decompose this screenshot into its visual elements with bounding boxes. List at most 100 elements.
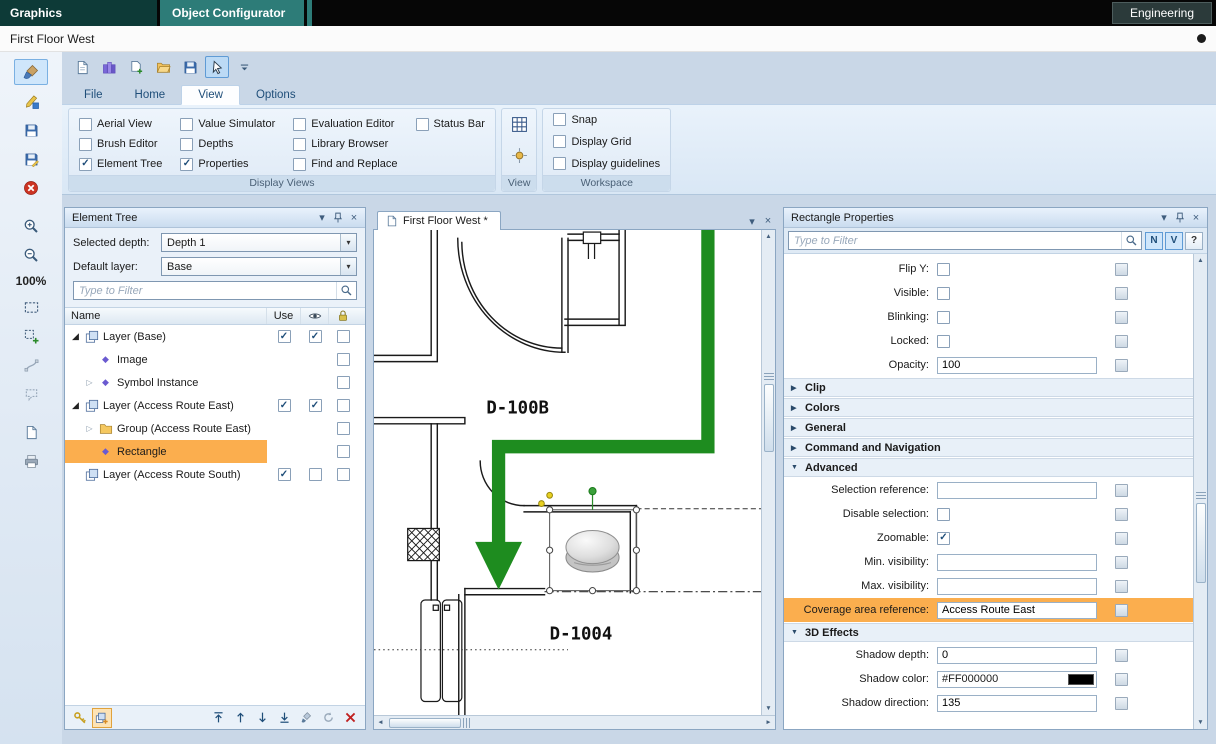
splitter-grip[interactable] — [463, 718, 472, 728]
smoke-detector-symbol[interactable] — [566, 531, 619, 572]
app-tab-object-configurator[interactable]: Object Configurator — [160, 0, 304, 26]
splitter-grip[interactable] — [1196, 492, 1206, 501]
chevron-down-icon[interactable]: ▾ — [1156, 210, 1172, 226]
collapse-icon[interactable]: ◢ — [68, 331, 83, 342]
display-view-aerial-view[interactable]: Aerial View — [79, 118, 162, 131]
scroll-right-arrow[interactable]: ► — [762, 716, 775, 729]
display-view-value-simulator[interactable]: Value Simulator — [180, 118, 275, 131]
checkbox[interactable] — [79, 158, 92, 171]
locked-checkbox[interactable] — [337, 376, 350, 389]
save-button[interactable] — [14, 117, 48, 143]
selection-reference-input[interactable] — [937, 482, 1097, 499]
checkbox[interactable] — [553, 157, 566, 170]
search-icon[interactable] — [1121, 232, 1141, 249]
visible-checkbox[interactable] — [309, 468, 322, 481]
scroll-thumb[interactable] — [764, 384, 774, 452]
checkbox[interactable] — [180, 118, 193, 131]
zoom-out-button[interactable] — [14, 242, 48, 268]
display-view-evaluation-editor[interactable]: Evaluation Editor — [293, 118, 397, 131]
new-document-button[interactable] — [70, 56, 94, 78]
document-button[interactable] — [14, 419, 48, 445]
binding-button[interactable] — [1115, 335, 1128, 348]
ribbon-tab-home[interactable]: Home — [119, 86, 182, 104]
binding-button[interactable] — [1115, 263, 1128, 276]
ribbon-tab-view[interactable]: View — [181, 85, 240, 105]
checkbox[interactable] — [79, 138, 92, 151]
vertical-scrollbar[interactable]: ▲ ▼ — [761, 230, 775, 715]
display-view-properties[interactable]: Properties — [180, 158, 275, 171]
add-shape-button[interactable] — [14, 323, 48, 349]
checkbox[interactable] — [553, 113, 566, 126]
window-handle[interactable] — [1197, 34, 1206, 43]
display-view-brush-editor[interactable]: Brush Editor — [79, 138, 162, 151]
chevron-down-icon[interactable]: ▾ — [314, 210, 330, 226]
locked-checkbox[interactable] — [337, 330, 350, 343]
save-button[interactable] — [178, 56, 202, 78]
column-header-use[interactable]: Use — [267, 308, 301, 324]
locked-checkbox[interactable] — [937, 335, 950, 348]
use-checkbox[interactable] — [278, 399, 291, 412]
section-3d-effects[interactable]: ▼3D Effects — [784, 623, 1193, 642]
locked-checkbox[interactable] — [337, 353, 350, 366]
pen-button[interactable] — [14, 88, 48, 114]
shadow-direction-input[interactable] — [937, 695, 1097, 712]
tree-row[interactable]: ▷◆Symbol Instance — [65, 371, 365, 394]
guides-button[interactable] — [508, 144, 530, 166]
collapse-icon[interactable]: ◢ — [68, 400, 83, 411]
shadow-depth-input[interactable] — [937, 647, 1097, 664]
print-button[interactable] — [14, 448, 48, 474]
ribbon-tab-options[interactable]: Options — [240, 86, 312, 104]
locked-checkbox[interactable] — [337, 468, 350, 481]
workspace-display-guidelines[interactable]: Display guidelines — [553, 157, 660, 170]
scroll-left-arrow[interactable]: ◄ — [374, 716, 387, 729]
binding-button[interactable] — [1115, 697, 1128, 710]
pointer-button[interactable] — [205, 56, 229, 78]
locked-checkbox[interactable] — [337, 399, 350, 412]
app-tab-graphics[interactable]: Graphics — [0, 0, 157, 26]
column-header-name[interactable]: Name — [65, 308, 267, 324]
scroll-down-arrow[interactable]: ▼ — [762, 702, 775, 715]
locked-checkbox[interactable] — [337, 422, 350, 435]
visible-checkbox[interactable] — [937, 287, 950, 300]
workspace-display-grid[interactable]: Display Grid — [553, 135, 660, 148]
coverage-area-reference-input[interactable] — [937, 602, 1097, 619]
delete-button[interactable] — [340, 708, 360, 728]
checkbox[interactable] — [180, 158, 193, 171]
tree-row[interactable]: ◢Layer (Base) — [65, 325, 365, 348]
lock-icon[interactable] — [329, 308, 357, 324]
open-folder-button[interactable] — [151, 56, 175, 78]
blinking-checkbox[interactable] — [937, 311, 950, 324]
tree-row[interactable]: ◢Layer (Access Route East) — [65, 394, 365, 417]
move-bottom-button[interactable] — [274, 708, 294, 728]
tree-row[interactable]: ◆Rectangle — [65, 440, 365, 463]
properties-filter-input[interactable] — [789, 235, 1121, 247]
lasso-button[interactable] — [14, 381, 48, 407]
max-visibility-input[interactable] — [937, 578, 1097, 595]
locked-checkbox[interactable] — [337, 445, 350, 458]
binding-button[interactable] — [1115, 604, 1128, 617]
binding-button[interactable] — [1115, 532, 1128, 545]
close-icon[interactable]: × — [1188, 210, 1204, 226]
use-checkbox[interactable] — [278, 468, 291, 481]
binding-button[interactable] — [1115, 359, 1128, 372]
binding-button[interactable] — [1115, 556, 1128, 569]
tree-row[interactable]: ▷Group (Access Route East) — [65, 417, 365, 440]
horizontal-scrollbar[interactable]: ◄ ► — [374, 715, 775, 729]
tree-row[interactable]: Layer (Access Route South) — [65, 463, 365, 486]
brush-button[interactable] — [14, 59, 48, 85]
grid-button[interactable] — [508, 113, 530, 135]
section-general[interactable]: ▶General — [784, 418, 1193, 437]
move-up-button[interactable] — [230, 708, 250, 728]
toolbar-options-button[interactable] — [232, 56, 256, 78]
binding-button[interactable] — [1115, 311, 1128, 324]
route-button[interactable] — [14, 352, 48, 378]
checkbox[interactable] — [293, 158, 306, 171]
help-button[interactable]: ? — [1185, 232, 1203, 250]
section-advanced[interactable]: ▼Advanced — [784, 458, 1193, 477]
checkbox[interactable] — [79, 118, 92, 131]
section-command-and-navigation[interactable]: ▶Command and Navigation — [784, 438, 1193, 457]
zoomable-checkbox[interactable] — [937, 532, 950, 545]
add-layer-button[interactable] — [92, 708, 112, 728]
default-layer-select[interactable]: Base▾ — [161, 257, 357, 276]
drawing-canvas[interactable]: D-100B D-1004 — [374, 230, 761, 715]
